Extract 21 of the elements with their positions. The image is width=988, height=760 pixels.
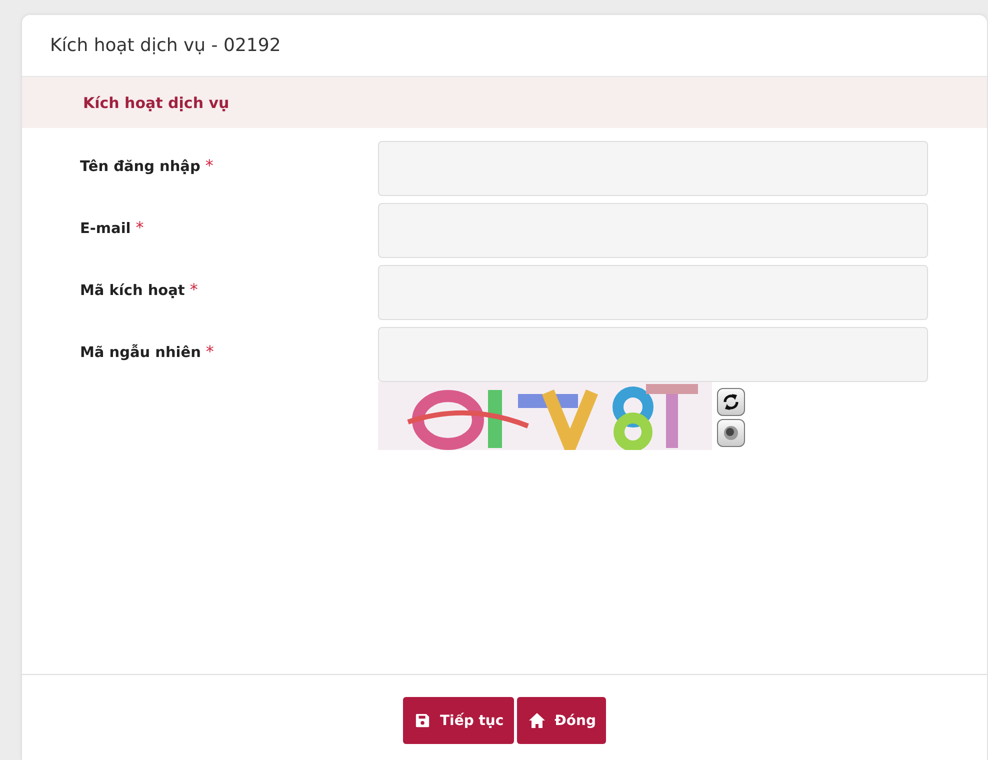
action-button[interactable]: Tiếp tục (402, 697, 514, 744)
field-label: Mã ngẫu nhiên (80, 345, 201, 361)
speaker-icon (723, 425, 739, 441)
audio-button[interactable] (717, 419, 745, 447)
field-label: Tên đăng nhập (80, 159, 200, 175)
action-button[interactable]: Đóng (516, 697, 606, 744)
field-label: E-mail (80, 221, 131, 237)
section-title: Kích hoạt dịch vụ (83, 94, 230, 112)
home-icon (528, 713, 545, 728)
required-asterisk: * (136, 218, 144, 237)
dialog-title: Kích hoạt dịch vụ - 02192 (50, 35, 281, 56)
input-field[interactable] (378, 327, 928, 382)
input-field[interactable] (378, 141, 928, 196)
input-field[interactable] (378, 265, 928, 320)
field-label: Mã kích hoạt (80, 283, 185, 299)
refresh-icon (722, 393, 740, 411)
required-asterisk: * (206, 342, 214, 361)
refresh-button[interactable] (717, 388, 745, 416)
required-asterisk: * (190, 280, 198, 299)
required-asterisk: * (205, 156, 214, 175)
input-field[interactable] (378, 203, 928, 258)
